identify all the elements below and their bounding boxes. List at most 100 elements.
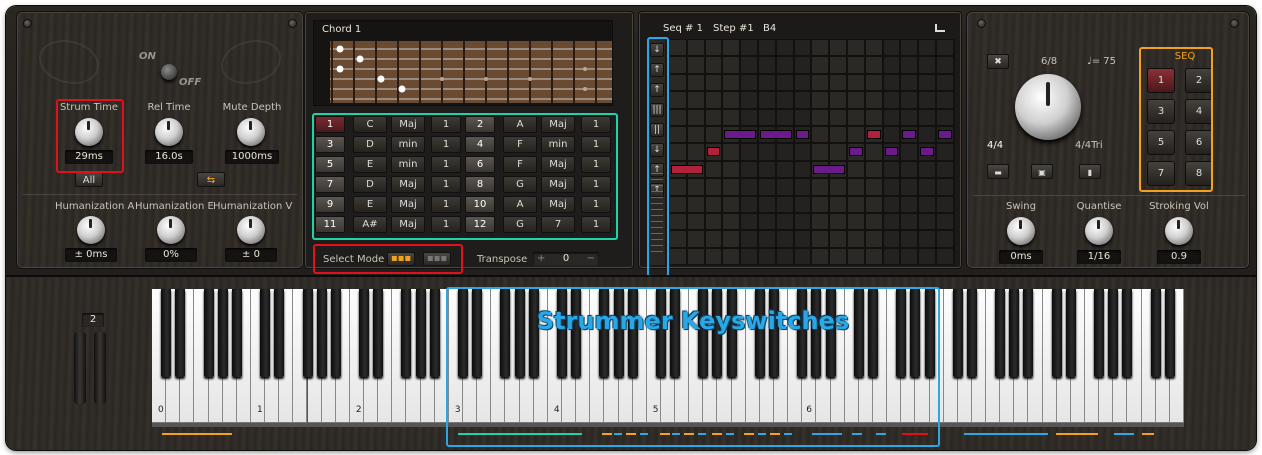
step-cell[interactable]	[848, 127, 864, 143]
step-cell[interactable]	[830, 127, 846, 143]
hum-e-knob[interactable]	[157, 216, 185, 244]
swing-knob[interactable]	[1007, 217, 1035, 245]
step-cell[interactable]	[848, 57, 864, 73]
step-cell[interactable]	[937, 231, 953, 247]
step-cell[interactable]	[776, 40, 793, 56]
hum-a-knob[interactable]	[77, 216, 105, 244]
chord-octave[interactable]: 1	[581, 176, 611, 193]
step-cell[interactable]	[883, 179, 900, 195]
black-key[interactable]	[359, 289, 370, 377]
chord-root[interactable]: F	[503, 136, 537, 153]
step-cell[interactable]	[901, 144, 918, 160]
step-cell[interactable]	[848, 109, 864, 125]
step-cell[interactable]	[687, 144, 704, 160]
step-cell[interactable]	[937, 92, 953, 108]
step-cell[interactable]	[848, 74, 864, 91]
step-cell[interactable]	[687, 179, 704, 195]
step-cell[interactable]	[919, 179, 935, 195]
chord-root[interactable]: G	[503, 176, 537, 193]
step-cell[interactable]	[919, 214, 935, 230]
step-cell[interactable]	[670, 179, 686, 195]
step-cell[interactable]	[741, 248, 757, 265]
step-cell[interactable]	[937, 40, 953, 56]
select-mode-grid-button[interactable]: ▪▪▪	[387, 252, 415, 266]
chord-number[interactable]: 5	[315, 156, 345, 173]
step-cell[interactable]	[723, 144, 740, 160]
black-key[interactable]	[330, 289, 341, 377]
step-grid[interactable]	[669, 39, 955, 265]
step-cell[interactable]	[670, 144, 686, 160]
step-cell[interactable]	[937, 248, 953, 265]
step-cell[interactable]	[723, 179, 740, 195]
step-cell[interactable]	[794, 109, 811, 125]
step-cell[interactable]	[687, 109, 704, 125]
step-cell[interactable]	[883, 161, 900, 178]
black-key[interactable]	[429, 289, 440, 377]
step-cell[interactable]	[901, 40, 918, 56]
step-cell[interactable]	[687, 196, 704, 212]
step-cell[interactable]	[723, 74, 740, 91]
step-cell[interactable]	[759, 57, 775, 73]
step-cell[interactable]	[687, 231, 704, 247]
black-key[interactable]	[203, 289, 214, 377]
step-cell[interactable]	[776, 231, 793, 247]
step-cell[interactable]	[901, 74, 918, 91]
step-cell[interactable]	[705, 231, 722, 247]
step-cell[interactable]	[759, 161, 775, 178]
step-cell[interactable]	[687, 57, 704, 73]
step-cell[interactable]	[723, 57, 740, 73]
step-cell[interactable]	[848, 92, 864, 108]
step-cell[interactable]	[865, 57, 882, 73]
seq-button-5[interactable]: 5	[1147, 130, 1175, 155]
step-cell[interactable]	[883, 127, 900, 143]
step-cell[interactable]	[901, 214, 918, 230]
black-key[interactable]	[175, 289, 186, 377]
step-cell[interactable]	[741, 231, 757, 247]
chord-root[interactable]: A#	[353, 216, 387, 233]
step-cell[interactable]	[830, 196, 846, 212]
step-cell[interactable]	[919, 161, 935, 178]
step-cell[interactable]	[812, 179, 829, 195]
step-cell[interactable]	[705, 248, 722, 265]
step-cell[interactable]	[901, 92, 918, 108]
black-key[interactable]	[401, 289, 412, 377]
chord-octave[interactable]: 1	[581, 216, 611, 233]
chord-root[interactable]: A	[503, 196, 537, 213]
black-key[interactable]	[966, 289, 977, 377]
chord-type[interactable]: Maj	[391, 116, 425, 133]
chord-type[interactable]: Maj	[391, 216, 425, 233]
sequence-note[interactable]	[920, 147, 934, 157]
transpose-stepper[interactable]: + 0 −	[533, 252, 599, 266]
step-cell[interactable]	[865, 248, 882, 265]
sequence-note[interactable]	[724, 130, 756, 139]
step-cell[interactable]	[830, 231, 846, 247]
step-cell[interactable]	[776, 57, 793, 73]
sequence-note[interactable]	[884, 147, 899, 157]
step-cell[interactable]	[883, 214, 900, 230]
step-cell[interactable]	[883, 248, 900, 265]
step-cell[interactable]	[759, 92, 775, 108]
step-cell[interactable]	[741, 74, 757, 91]
close-button[interactable]: ✖	[987, 54, 1009, 69]
step-cell[interactable]	[670, 92, 686, 108]
black-key[interactable]	[1108, 289, 1119, 377]
step-cell[interactable]	[794, 144, 811, 160]
step-cell[interactable]	[794, 214, 811, 230]
all-button[interactable]: All	[75, 172, 103, 187]
seq-button-2[interactable]: 2	[1185, 68, 1213, 93]
chord-root[interactable]: A	[503, 116, 537, 133]
step-cell[interactable]	[670, 57, 686, 73]
step-cell[interactable]	[776, 74, 793, 91]
step-cell[interactable]	[723, 214, 740, 230]
step-cell[interactable]	[687, 40, 704, 56]
chord-root[interactable]: E	[353, 196, 387, 213]
quantise-knob[interactable]	[1085, 217, 1113, 245]
step-cell[interactable]	[812, 57, 829, 73]
step-cell[interactable]	[883, 231, 900, 247]
step-cell[interactable]	[865, 214, 882, 230]
step-cell[interactable]	[883, 92, 900, 108]
seq-button-6[interactable]: 6	[1185, 130, 1213, 155]
step-cell[interactable]	[919, 74, 935, 91]
step-cell[interactable]	[937, 74, 953, 91]
bar-chart-icon[interactable]	[935, 24, 945, 32]
